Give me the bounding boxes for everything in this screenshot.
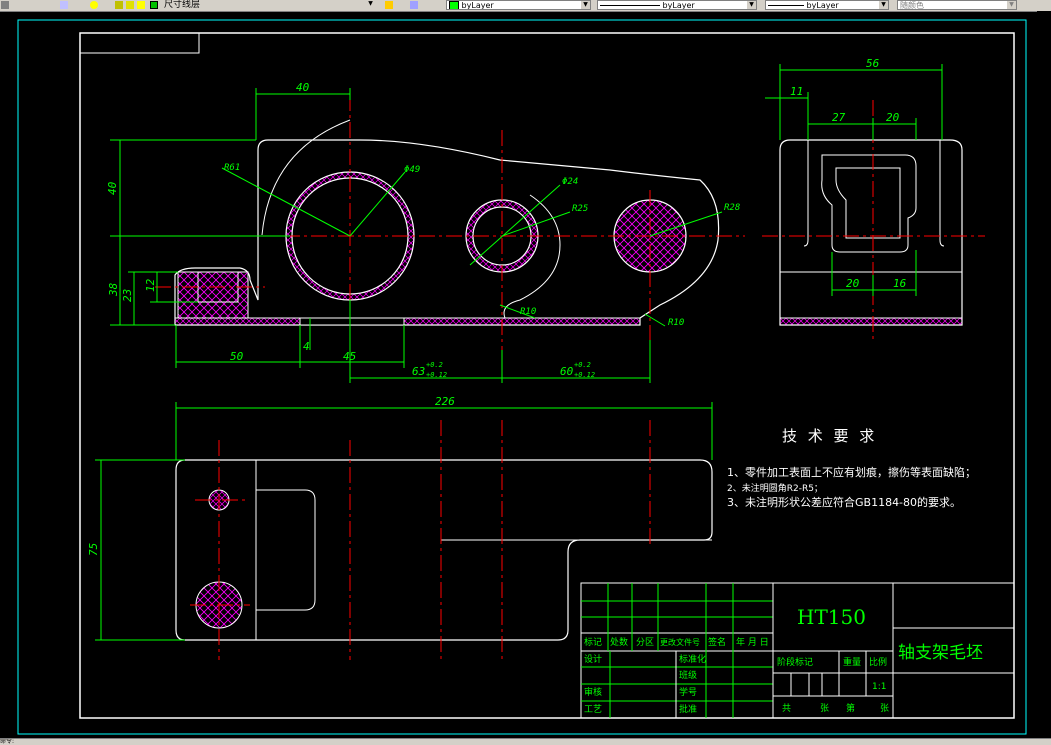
layer-manager-icon[interactable] xyxy=(60,1,68,9)
dim-63: 63 xyxy=(412,365,425,378)
linetype-value: byLayer xyxy=(662,1,695,10)
title-block-text: HT150 轴支架毛坯 标记 处数 分区 更改文件号 签名 年 月 日 设计 标… xyxy=(584,605,983,715)
chevron-down-icon[interactable]: ▼ xyxy=(581,1,590,9)
layer-name[interactable]: 尺寸线层 xyxy=(164,0,200,10)
dim-20-top: 20 xyxy=(886,111,900,124)
dim-23: 23 xyxy=(121,289,134,302)
top-view: 226 75 xyxy=(87,395,713,660)
linetype-select[interactable]: byLayer ▼ xyxy=(597,0,757,10)
color-swatch xyxy=(449,1,459,9)
layer-previous-icon[interactable] xyxy=(410,1,418,9)
dim-226: 226 xyxy=(435,395,455,408)
requirement-2: 2、未注明圆角R2-R5； xyxy=(727,482,823,494)
label-signature: 签名 xyxy=(708,636,726,648)
dim-r25: R25 xyxy=(572,204,588,214)
dim-27: 27 xyxy=(832,111,846,124)
color-select[interactable]: byLayer ▼ xyxy=(446,0,591,10)
lightbulb-icon[interactable] xyxy=(90,1,98,9)
label-sheet-no: 第 xyxy=(846,702,855,714)
dim-r10-b: R10 xyxy=(668,318,684,328)
freeze-icon[interactable] xyxy=(115,1,123,9)
dim-63-tol-upper: +0.2 xyxy=(426,361,443,369)
dim-38: 38 xyxy=(107,282,120,297)
label-count: 处数 xyxy=(610,636,628,648)
label-class: 班级 xyxy=(679,669,697,681)
dim-16: 16 xyxy=(893,277,907,290)
dim-r10-a: R10 xyxy=(520,307,536,317)
plotstyle-value: 随颜色 xyxy=(900,1,924,10)
dim-60-tol-upper: +0.2 xyxy=(574,361,591,369)
dim-75: 75 xyxy=(87,543,100,556)
dim-r61: R61 xyxy=(224,163,240,173)
part-name: 轴支架毛坯 xyxy=(898,643,983,663)
dim-r28: R28 xyxy=(724,203,740,213)
layer-color-swatch xyxy=(150,1,158,9)
side-view: 56 11 27 20 20 16 xyxy=(762,57,985,340)
label-sheets-2: 张 xyxy=(880,703,889,714)
layer-color-icon xyxy=(137,1,145,9)
label-design: 设计 xyxy=(584,653,602,665)
scale-value: 1:1 xyxy=(872,682,886,692)
dim-40-left: 40 xyxy=(106,181,119,195)
dim-45: 45 xyxy=(343,350,356,363)
dim-56: 56 xyxy=(866,57,880,70)
chevron-down-icon[interactable]: ▼ xyxy=(879,1,888,9)
requirement-3: 3、未注明形状公差应符合GB1184-80的要求。 xyxy=(727,495,961,509)
dim-20-bottom: 20 xyxy=(846,277,860,290)
label-process: 工艺 xyxy=(584,704,602,715)
grip-icon xyxy=(1,1,9,9)
material: HT150 xyxy=(797,605,866,629)
make-current-icon[interactable] xyxy=(385,1,393,9)
requirement-1: 1、零件加工表面上不应有划痕，擦伤等表面缺陷； xyxy=(727,465,976,479)
lock-icon[interactable] xyxy=(126,1,134,9)
dim-50: 50 xyxy=(230,350,244,363)
label-date: 年 月 日 xyxy=(736,636,769,648)
sheet-outer-border xyxy=(17,19,1027,735)
dim-63-tol-lower: +0.12 xyxy=(426,371,447,379)
vertical-scrollbar[interactable] xyxy=(1037,11,1051,738)
chevron-down-icon[interactable]: ▼ xyxy=(366,0,375,8)
dim-11: 11 xyxy=(790,85,803,98)
label-change-doc: 更改文件号 xyxy=(660,637,700,647)
label-approve: 批准 xyxy=(679,703,697,715)
label-mark: 标记 xyxy=(584,636,602,648)
front-view: 40 40 38 23 12 4 50 45 63 +0.2 +0.12 60 … xyxy=(106,81,745,383)
dim-12: 12 xyxy=(144,278,157,292)
dim-4: 4 xyxy=(303,340,310,353)
linetype-sample xyxy=(600,5,660,6)
chevron-down-icon[interactable]: ▼ xyxy=(1007,1,1016,9)
color-value: byLayer xyxy=(461,1,494,10)
dim-phi24: Φ24 xyxy=(562,177,578,187)
drawing-canvas[interactable]: 40 40 38 23 12 4 50 45 63 +0.2 +0.12 60 … xyxy=(0,11,1051,738)
label-total: 共 xyxy=(782,703,791,714)
lineweight-value: byLayer xyxy=(806,1,839,10)
base-hatch xyxy=(174,317,641,326)
requirements-title: 技 术 要 求 xyxy=(782,427,877,445)
dim-60: 60 xyxy=(560,365,574,378)
label-zone: 分区 xyxy=(636,637,654,648)
code-box xyxy=(79,32,200,54)
label-scale: 比例 xyxy=(869,656,887,668)
lineweight-select[interactable]: byLayer ▼ xyxy=(765,0,889,10)
base-slot xyxy=(299,317,405,326)
chevron-down-icon[interactable]: ▼ xyxy=(747,1,756,9)
label-sheets: 张 xyxy=(820,703,829,714)
label-weight: 重量 xyxy=(843,656,861,668)
lineweight-sample xyxy=(768,5,804,6)
technical-requirements: 技 术 要 求 1、零件加工表面上不应有划痕，擦伤等表面缺陷； 2、未注明圆角R… xyxy=(727,427,976,509)
label-standardize: 标准化 xyxy=(679,653,706,665)
dim-phi49: Φ49 xyxy=(404,165,420,175)
label-stage-mark: 阶段标记 xyxy=(777,656,813,668)
label-check: 审核 xyxy=(584,686,602,698)
label-student-no: 学号 xyxy=(679,686,697,698)
plotstyle-select[interactable]: 随颜色 ▼ xyxy=(897,0,1017,10)
dim-60-tol-lower: +0.12 xyxy=(574,371,595,379)
dim-40-top: 40 xyxy=(296,81,310,94)
